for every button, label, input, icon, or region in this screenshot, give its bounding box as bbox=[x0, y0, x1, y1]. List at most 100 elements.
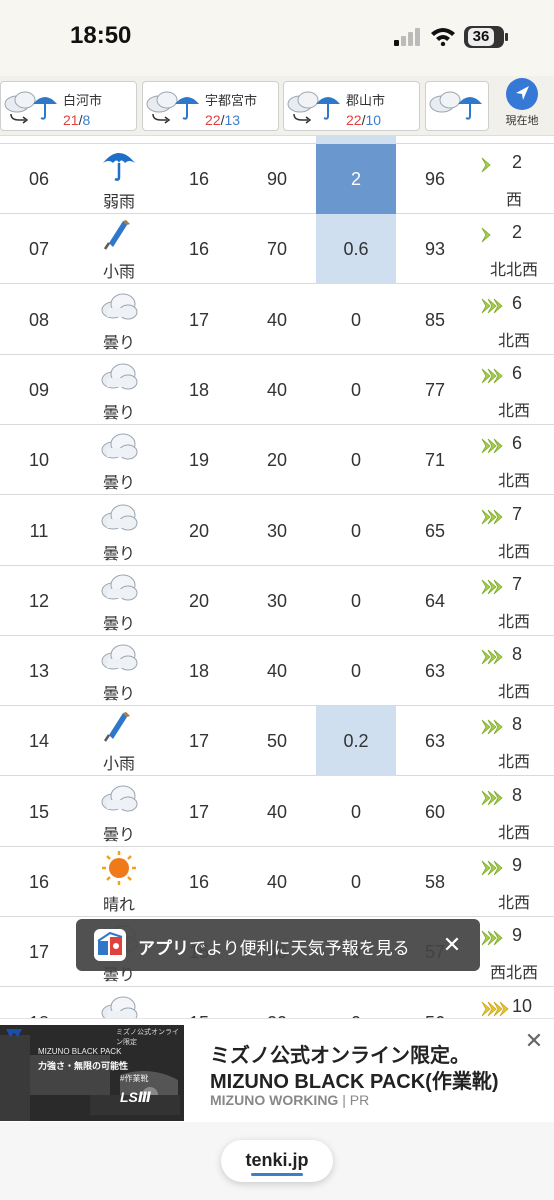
precipitation-cell: 0 bbox=[350, 520, 361, 541]
ad-image[interactable]: ミズノ公式オンライン限定 MIZUNO BLACK PACK 力強さ・無限の可能… bbox=[0, 1025, 184, 1121]
hour-cell: 06 bbox=[28, 169, 50, 189]
city-card-utsunomiya[interactable]: 宇都宮市 22/13 bbox=[142, 81, 279, 131]
ad-image-caption: ミズノ公式オンライン限定 bbox=[116, 1029, 179, 1046]
wind-arrow-icon bbox=[480, 857, 510, 879]
wind-speed: 8 bbox=[512, 644, 523, 665]
precip-probability-cell: 40 bbox=[266, 661, 288, 682]
humidity-cell: 77 bbox=[424, 379, 446, 400]
hourly-forecast-table: 06 弱雨 16 90 2 96 2 西 07 小雨 16 70 0.6 93 2 北北西 08 曇り 17 40 0 8… bbox=[0, 136, 554, 1158]
table-row: 12 曇り 20 30 0 64 7 北西 bbox=[0, 566, 554, 636]
city-low-temp: 8 bbox=[82, 112, 91, 128]
city-card-partial[interactable] bbox=[425, 81, 489, 131]
precipitation-cell: 0.2 bbox=[316, 706, 396, 777]
weather-label: 曇り bbox=[102, 545, 135, 563]
wind-speed: 6 bbox=[512, 362, 523, 383]
humidity-cell: 93 bbox=[424, 239, 446, 260]
ad-close-icon[interactable]: ✕ bbox=[522, 1029, 546, 1053]
battery-level: 36 bbox=[468, 28, 494, 46]
temperature-cell: 17 bbox=[188, 309, 210, 330]
hour-cell: 13 bbox=[28, 661, 50, 682]
temperature-cell: 18 bbox=[188, 661, 210, 682]
wind-cell: 2 北北西 bbox=[474, 214, 554, 284]
wind-arrow-icon bbox=[480, 365, 510, 387]
table-row-partial bbox=[0, 136, 554, 144]
precip-probability-cell: 70 bbox=[266, 239, 288, 260]
city-card-shirakawa[interactable]: 白河市 21/8 bbox=[0, 81, 137, 131]
city-temps: 22/10 bbox=[346, 112, 382, 128]
rain-cloud-icon bbox=[146, 91, 199, 124]
wind-direction: 北西 bbox=[497, 402, 530, 420]
wind-cell: 6 北西 bbox=[474, 355, 554, 425]
cloud-icon bbox=[99, 288, 139, 324]
wind-direction: 西北西 bbox=[489, 965, 538, 983]
rain-cloud-icon bbox=[429, 91, 482, 120]
weather-cell: 曇り bbox=[78, 636, 160, 706]
weather-cell: 小雨 bbox=[78, 706, 160, 776]
city-name: 郡山市 bbox=[346, 93, 386, 108]
wifi-icon bbox=[431, 28, 455, 46]
table-row: 16 晴れ 16 40 0 58 9 北西 bbox=[0, 847, 554, 917]
temperature-cell: 16 bbox=[188, 239, 210, 260]
temperature-cell: 16 bbox=[188, 169, 210, 189]
city-low-temp: 13 bbox=[224, 112, 241, 128]
brand-label: tenki.jp bbox=[245, 1150, 309, 1170]
table-row: 15 曇り 17 40 0 60 8 北西 bbox=[0, 777, 554, 847]
ad-headline[interactable]: ミズノ公式オンライン限定。 bbox=[210, 1039, 470, 1068]
temperature-cell: 20 bbox=[188, 590, 210, 611]
ad-headline[interactable]: MIZUNO BLACK PACK(作業靴) bbox=[210, 1065, 499, 1094]
table-row: 08 曇り 17 40 0 85 6 北西 bbox=[0, 285, 554, 355]
wind-arrow-icon bbox=[480, 435, 510, 457]
precip-probability-cell: 40 bbox=[266, 379, 288, 400]
precipitation-cell: 0 bbox=[350, 872, 361, 892]
humidity-cell: 60 bbox=[424, 801, 446, 822]
wind-cell: 7 北西 bbox=[474, 496, 554, 566]
wind-direction: 北西 bbox=[497, 824, 530, 842]
wind-arrow-icon bbox=[480, 154, 510, 176]
location-arrow-icon bbox=[506, 78, 538, 110]
wind-speed: 8 bbox=[512, 784, 523, 805]
wind-arrow-icon bbox=[480, 716, 510, 738]
wind-cell: 2西 bbox=[474, 144, 554, 214]
hour-cell: 07 bbox=[28, 239, 50, 260]
cloud-icon bbox=[99, 639, 139, 675]
precipitation-cell: 0 bbox=[350, 450, 361, 471]
temperature-cell: 17 bbox=[188, 801, 210, 822]
city-name: 宇都宮市 bbox=[205, 93, 258, 108]
app-promo-toast[interactable]: アプリでより便利に天気予報を見る ✕ bbox=[76, 919, 480, 971]
advertisement-banner[interactable]: ミズノ公式オンライン限定 MIZUNO BLACK PACK 力強さ・無限の可能… bbox=[0, 1018, 554, 1122]
weather-label: 曇り bbox=[102, 686, 135, 704]
precipitation-cell: 2 bbox=[316, 144, 396, 214]
cellular-signal-icon bbox=[394, 28, 420, 46]
wind-cell: 9 西北西 bbox=[474, 917, 554, 987]
city-high-temp: 22 bbox=[346, 112, 362, 128]
wind-speed: 10 bbox=[512, 995, 533, 1016]
city-card-koriyama[interactable]: 郡山市 22/10 bbox=[283, 81, 420, 131]
table-row: 13 曇り 18 40 0 63 8 北西 bbox=[0, 636, 554, 707]
humidity-cell: 63 bbox=[424, 731, 446, 752]
weather-label: 曇り bbox=[102, 826, 135, 844]
wind-speed: 9 bbox=[512, 925, 523, 946]
table-row: 09 曇り 18 40 0 77 6 北西 bbox=[0, 355, 554, 425]
precip-probability-cell: 30 bbox=[266, 520, 288, 541]
humidity-cell: 58 bbox=[424, 872, 446, 892]
city-high-temp: 22 bbox=[205, 112, 221, 128]
hour-cell: 11 bbox=[29, 520, 49, 541]
wind-direction: 北西 bbox=[497, 473, 530, 491]
ad-image-caption: #作業靴 bbox=[120, 1074, 149, 1083]
weather-cell: 曇り bbox=[78, 777, 160, 847]
temperature-cell: 18 bbox=[188, 379, 210, 400]
nearby-city-strip: 白河市 21/8 宇都宮市 22/13 郡山市 22/10 現在地 bbox=[0, 76, 554, 136]
cloud-icon bbox=[99, 358, 139, 394]
current-location-button[interactable]: 現在地 bbox=[500, 78, 544, 134]
status-time: 18:50 bbox=[70, 22, 132, 49]
wind-direction: 西 bbox=[505, 192, 522, 209]
toast-message: アプリでより便利に天気予報を見る bbox=[138, 939, 410, 958]
close-icon[interactable]: ✕ bbox=[438, 931, 466, 959]
wind-arrow-icon bbox=[480, 787, 510, 809]
wind-speed: 7 bbox=[512, 503, 523, 524]
precipitation-cell: 0 bbox=[350, 309, 361, 330]
brand-home-button[interactable]: tenki.jp bbox=[221, 1140, 333, 1182]
table-row: 10 曇り 19 20 0 71 6 北西 bbox=[0, 425, 554, 496]
wind-arrow-icon bbox=[480, 576, 510, 598]
precipitation-cell: 0.6 bbox=[316, 214, 396, 285]
